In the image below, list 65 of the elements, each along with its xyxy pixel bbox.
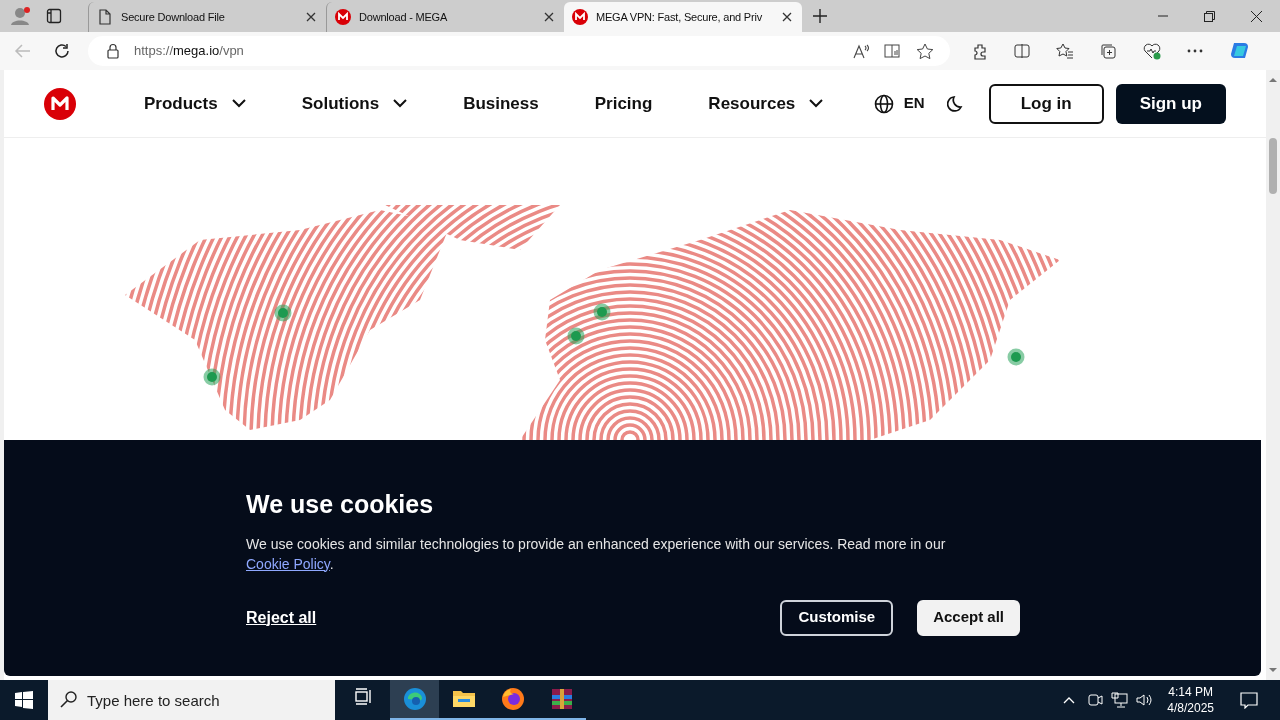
globe-icon [873, 93, 894, 114]
chevron-up-icon[interactable] [1063, 695, 1076, 705]
archive-app-icon [549, 687, 574, 711]
location-marker-icon [203, 368, 221, 386]
language-selector[interactable]: EN [873, 92, 925, 115]
cookie-title: We use cookies [246, 489, 435, 520]
favorites-icon[interactable] [1056, 43, 1074, 59]
location-marker-icon [593, 303, 611, 321]
nav-link[interactable]: Pricing [594, 90, 653, 117]
close-icon[interactable] [542, 10, 556, 24]
restore-icon[interactable] [1204, 10, 1215, 22]
location-marker-icon [274, 304, 292, 322]
signup-button[interactable]: Sign up [1115, 83, 1226, 124]
mega-logo-icon[interactable] [44, 87, 76, 120]
close-icon[interactable] [1251, 10, 1262, 22]
nav-link[interactable]: Resources [708, 90, 824, 117]
nav-link[interactable]: Business [463, 90, 539, 117]
refresh-icon[interactable] [54, 43, 70, 59]
search-icon [60, 691, 77, 708]
reject-all-link[interactable]: Reject all [246, 605, 317, 630]
login-button[interactable]: Log in [988, 83, 1104, 124]
cookie-text: We use cookies and similar technologies to provide an enhanced experience with our services. Read more in our Cookie Policy. [246, 534, 947, 574]
tab-actions-icon[interactable] [46, 8, 62, 24]
browser-essentials-icon[interactable] [1143, 42, 1161, 60]
mega-logo-icon [335, 9, 351, 25]
page-icon [97, 9, 113, 25]
tab-title: Download - MEGA [359, 9, 448, 25]
location-marker-icon [1007, 348, 1025, 366]
customise-button[interactable]: Customise [780, 599, 894, 636]
meet-now-icon[interactable] [1087, 692, 1104, 708]
address-bar[interactable]: https://mega.io/vpn [88, 36, 950, 66]
extensions-icon[interactable] [972, 42, 988, 60]
location-marker-icon [567, 327, 585, 345]
browser-tab[interactable]: MEGA VPN: Fast, Secure, and Priv [564, 2, 802, 32]
favorite-star-icon[interactable] [916, 42, 934, 60]
start-windows-icon[interactable] [15, 691, 33, 709]
lock-icon [106, 43, 120, 59]
profile-icon[interactable] [10, 6, 30, 26]
nav-link[interactable]: Products [144, 90, 246, 117]
close-icon[interactable] [780, 10, 794, 24]
notifications-icon[interactable] [1240, 691, 1258, 709]
new-tab-icon[interactable] [812, 8, 828, 24]
tab-title: MEGA VPN: Fast, Secure, and Priv [596, 9, 762, 25]
collections-icon[interactable] [1100, 42, 1117, 60]
edge-browser-icon [402, 687, 427, 711]
scroll-thumb[interactable] [1269, 138, 1277, 194]
scroll-down-icon[interactable] [1268, 666, 1278, 674]
dark-mode-icon[interactable] [946, 94, 965, 113]
cookie-policy-link[interactable]: Cookie Policy [246, 555, 330, 572]
nav-link[interactable]: Solutions [301, 90, 408, 117]
read-aloud-icon[interactable] [852, 43, 870, 59]
clock-time[interactable]: 4:14 PM [1168, 684, 1213, 700]
volume-icon[interactable] [1136, 692, 1154, 708]
tab-title: Secure Download File [121, 9, 225, 25]
taskbar-search-field[interactable]: Type here to search [48, 680, 335, 720]
split-screen-icon[interactable] [1014, 43, 1030, 59]
clock-date[interactable]: 4/8/2025 [1167, 700, 1214, 716]
network-icon[interactable] [1111, 692, 1129, 708]
firefox-icon [500, 687, 525, 711]
mega-logo-icon [572, 9, 588, 25]
accept-all-button[interactable]: Accept all [917, 599, 1020, 636]
reader-icon[interactable] [884, 43, 902, 59]
scroll-up-icon[interactable] [1268, 76, 1278, 84]
url-text: https://mega.io/vpn [134, 42, 245, 61]
close-icon[interactable] [304, 10, 318, 24]
